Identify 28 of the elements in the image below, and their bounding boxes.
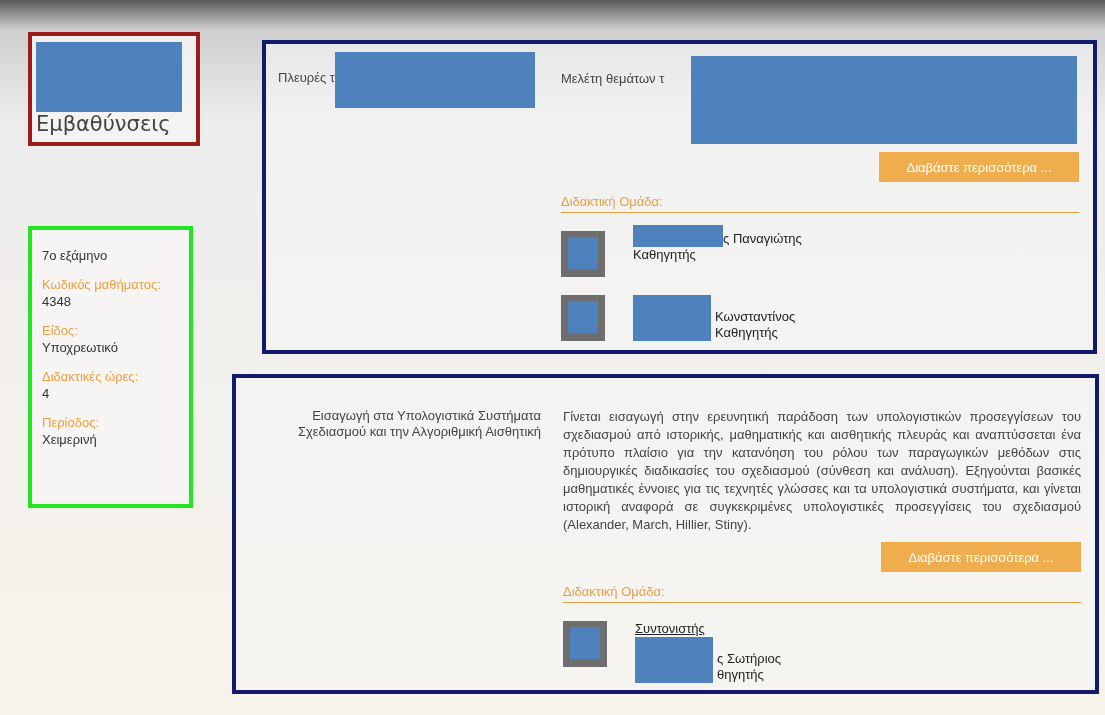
semester-text: 7ο εξάμηνο	[42, 248, 109, 263]
field-value: 4	[42, 386, 51, 401]
course-description: Γίνεται εισαγωγή στην ερευνητική παράδοση των υπολογιστικών προσεγγίσεων του σχεδιασμού από ιστορικής, μαθηματικής και αισθητικής πλευράς και αναπτύσσεται ένα πρότυπο πλαίσιο για την κατανόηση του ρόλου των παραγωγικών μεθόδων στις δημιουργικές διαδικασίες του σχεδιασμού (σύνθεση και ανάλυση). Εξηγούνται βασικές μαθηματικές έννοιες για τις τεχνητές γλώσσες και τα υπολογιστικά συστήματα, και γίνεται ιστορική αναφορά σε συγκεκριμένες υπολογιστικές προσεγγίσεις του σχεδιασμού (Alexander, March, Hillier, Stiny).	[563, 409, 1081, 532]
member-name: Κωνσταντίνος	[715, 309, 796, 325]
field-label: Κωδικός μαθήματος:	[42, 277, 162, 292]
redaction-block	[570, 627, 600, 659]
member-title: Καθηγητής	[633, 247, 697, 263]
redaction-block	[568, 237, 598, 269]
course-title: Εισαγωγή στα Υπολογιστικά Συστήματα Σχεδιασμού και την Αλγοριθμική Αισθητική	[296, 408, 541, 440]
read-more-button[interactable]: Διαβάστε περισσότερα ...	[879, 152, 1079, 182]
role-link[interactable]: Συντονιστής	[635, 621, 705, 637]
member-title: Καθηγητής	[715, 325, 779, 341]
course-description: Μελέτη θεμάτων τ	[561, 70, 666, 88]
field-label: Διδακτικές ώρες:	[42, 369, 140, 384]
read-more-button[interactable]: Διαβάστε περισσότερα ...	[881, 542, 1081, 572]
section-title: Εμβαθύνσεις	[36, 112, 172, 136]
field-value: 4348	[42, 294, 72, 309]
field-label: Είδος:	[42, 323, 79, 338]
field-value: Υποχρεωτικό	[42, 340, 119, 355]
member-name: ς Παναγιώτης	[723, 231, 802, 247]
field-label: Περίοδος:	[42, 415, 101, 430]
team-heading: Διδακτική Ομάδα:	[561, 194, 1079, 213]
field-value: Χειμερινή	[42, 432, 98, 447]
member-name: ς Σωτήριος	[717, 651, 782, 667]
member-title: θηγητής	[717, 667, 765, 683]
team-heading: Διδακτική Ομάδα:	[563, 584, 1081, 603]
course-title: Πλευρές τ	[278, 70, 335, 86]
redaction-block	[568, 301, 598, 333]
